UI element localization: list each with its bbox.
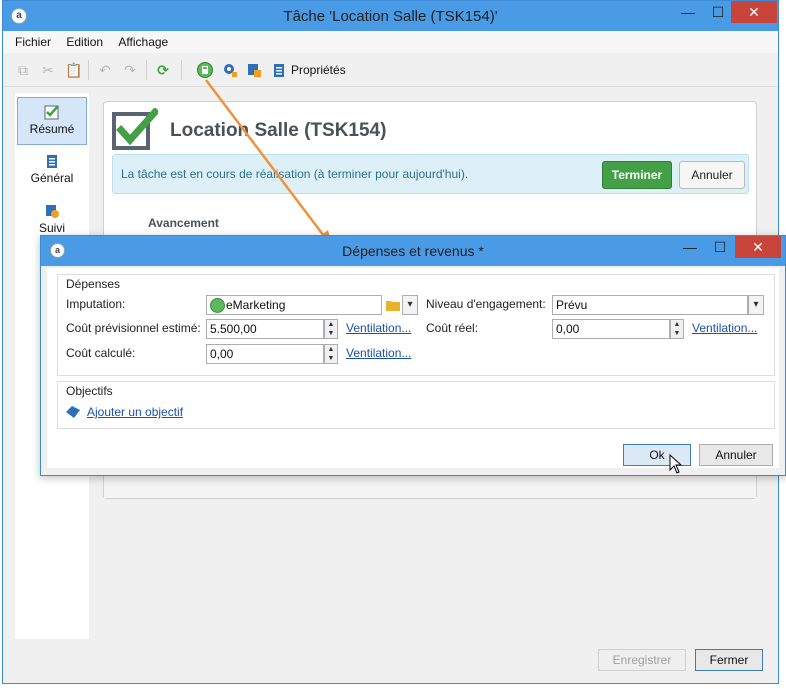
real-cost-stepper[interactable]: ▲ ▼ bbox=[670, 319, 684, 339]
real-cost-label: Coût réel: bbox=[426, 321, 479, 335]
real-cost-input[interactable]: 0,00 bbox=[552, 319, 670, 339]
folder-icon[interactable] bbox=[386, 299, 400, 311]
mouse-cursor-icon bbox=[669, 454, 683, 474]
computed-cost-label: Coût calculé: bbox=[66, 346, 136, 360]
dialog-maximize-button[interactable]: ☐ bbox=[705, 236, 735, 258]
imputation-budget-icon bbox=[210, 298, 225, 313]
estimated-cost-stepper[interactable]: ▲ ▼ bbox=[324, 319, 338, 339]
imputation-field[interactable]: eMarketing bbox=[206, 295, 382, 315]
computed-cost-input[interactable]: 0,00 bbox=[206, 344, 324, 364]
real-cost-ventilation-link[interactable]: Ventilation... bbox=[692, 321, 757, 335]
dialog-cancel-button[interactable]: Annuler bbox=[699, 444, 773, 466]
computed-cost-ventilation-link[interactable]: Ventilation... bbox=[346, 346, 411, 360]
engagement-label: Niveau d'engagement: bbox=[426, 297, 546, 311]
imputation-label: Imputation: bbox=[66, 297, 126, 311]
dialog-minimize-button[interactable]: — bbox=[675, 236, 705, 258]
pin-icon bbox=[66, 406, 80, 418]
expenses-group-title: Dépenses bbox=[66, 277, 121, 291]
dialog-close-button[interactable]: ✕ bbox=[735, 236, 781, 258]
estimated-cost-input[interactable]: 5.500,00 bbox=[206, 319, 324, 339]
add-objective-link[interactable]: Ajouter un objectif bbox=[87, 405, 183, 419]
expenses-revenues-dialog: a Dépenses et revenus * — ☐ ✕ Dépenses I… bbox=[40, 235, 786, 476]
dialog-title: Dépenses et revenus * bbox=[342, 243, 484, 259]
imputation-dropdown-button[interactable]: ▾ bbox=[402, 295, 418, 315]
estimated-cost-label: Coût prévisionnel estimé: bbox=[66, 321, 201, 335]
engagement-select[interactable]: Prévu bbox=[552, 295, 748, 315]
engagement-dropdown-button[interactable]: ▾ bbox=[748, 295, 764, 315]
objectives-group: Objectifs Ajouter un objectif bbox=[57, 381, 775, 429]
dialog-body: Dépenses Imputation: eMarketing ▾ Niveau… bbox=[47, 268, 779, 474]
computed-cost-stepper[interactable]: ▲ ▼ bbox=[324, 344, 338, 364]
dialog-titlebar[interactable]: a Dépenses et revenus * — ☐ ✕ bbox=[41, 236, 785, 266]
estimated-cost-ventilation-link[interactable]: Ventilation... bbox=[346, 321, 411, 335]
objectives-group-title: Objectifs bbox=[66, 384, 113, 398]
expenses-group: Dépenses Imputation: eMarketing ▾ Niveau… bbox=[57, 274, 775, 376]
